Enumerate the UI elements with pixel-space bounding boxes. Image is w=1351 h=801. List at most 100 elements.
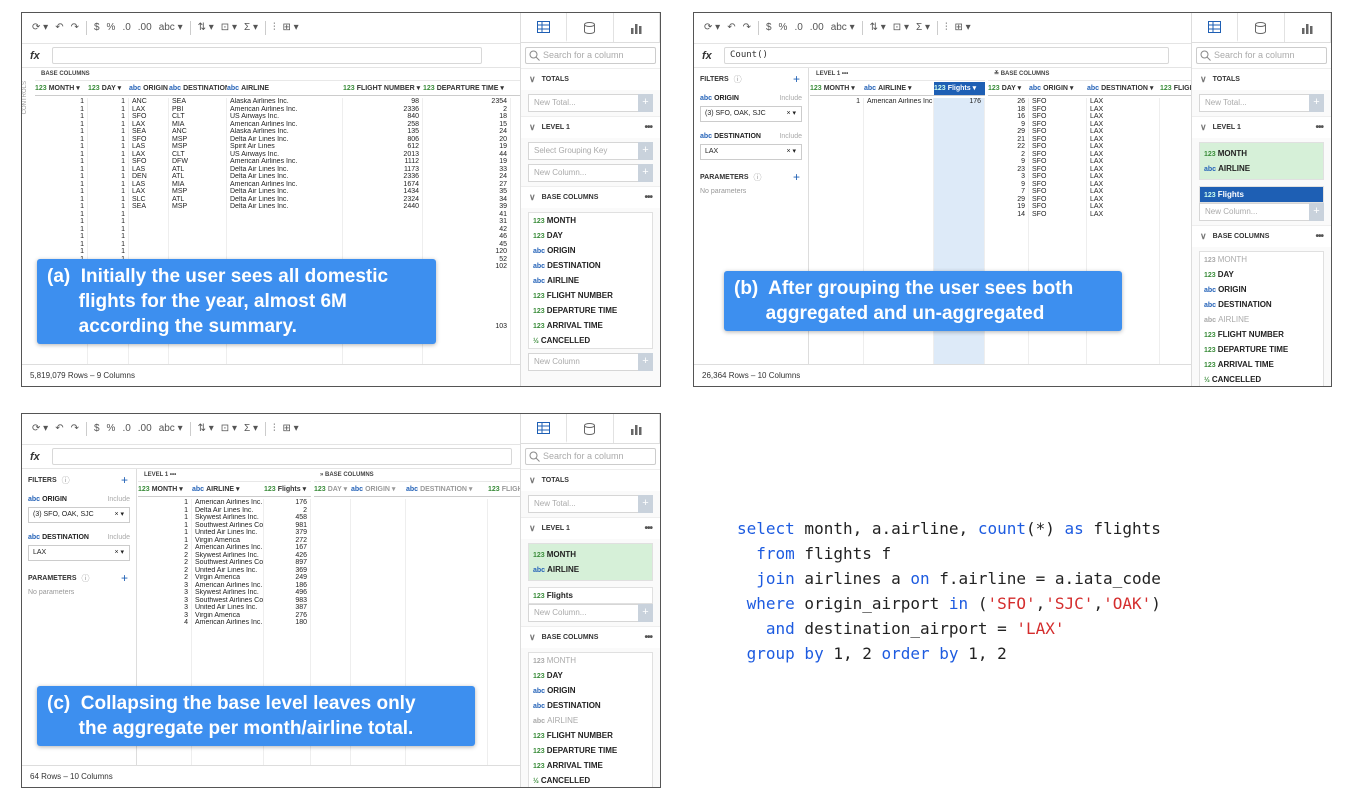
- toolbar-item[interactable]: ⇅ ▾: [870, 21, 886, 35]
- totals-section[interactable]: ∨ TOTALS: [1192, 68, 1331, 90]
- more-icon[interactable]: •••: [644, 122, 652, 133]
- new-column-input[interactable]: New Column... +: [528, 164, 653, 182]
- database-tab[interactable]: [1238, 13, 1285, 42]
- toolbar-item[interactable]: ⫶: [273, 21, 276, 35]
- column-header[interactable]: 123FLIGHT N: [488, 483, 520, 497]
- toolbar-item[interactable]: .0: [122, 422, 130, 436]
- base-column-item[interactable]: abc AIRLINE: [529, 273, 652, 288]
- toolbar-item[interactable]: abc ▾: [831, 21, 855, 35]
- column-header[interactable]: abcORIGIN ▾: [1029, 82, 1087, 96]
- include-toggle[interactable]: Include: [107, 534, 130, 541]
- grouping-key-airline[interactable]: abc AIRLINE: [529, 562, 652, 577]
- base-column-item[interactable]: 123 ARRIVAL TIME: [529, 758, 652, 773]
- toolbar-item[interactable]: .0: [794, 21, 802, 35]
- totals-section[interactable]: ∨ TOTALS: [521, 469, 660, 491]
- toolbar-item[interactable]: ↷: [743, 21, 751, 35]
- toolbar-item[interactable]: $: [94, 422, 100, 436]
- database-tab[interactable]: [567, 414, 614, 443]
- toolbar-item[interactable]: ↶: [727, 21, 735, 35]
- toolbar-item[interactable]: %: [779, 21, 788, 35]
- toolbar-item[interactable]: ⫶: [945, 21, 948, 35]
- toolbar-item[interactable]: %: [107, 422, 116, 436]
- chart-tab[interactable]: [614, 414, 660, 443]
- column-header[interactable]: abc AIRLINE: [227, 82, 343, 96]
- toolbar-item[interactable]: abc ▾: [159, 21, 183, 35]
- clear-dropdown-icon[interactable]: × ▾: [114, 508, 124, 522]
- totals-section[interactable]: ∨ TOTALS: [521, 68, 660, 90]
- table-view-tab[interactable]: [521, 13, 568, 42]
- base-column-item[interactable]: 123 DEPARTURE TIME: [529, 743, 652, 758]
- column-search-input[interactable]: Search for a column: [1196, 47, 1327, 64]
- toolbar-item[interactable]: %: [107, 21, 116, 35]
- column-header[interactable]: 123 MONTH ▾: [35, 82, 88, 96]
- database-tab[interactable]: [567, 13, 614, 42]
- base-columns-section[interactable]: ∨ BASE COLUMNS •••: [1192, 225, 1331, 247]
- base-column-item[interactable]: abc AIRLINE: [1200, 312, 1323, 327]
- toolbar-item[interactable]: ⊡ ▾: [893, 21, 909, 35]
- grouping-key-airline[interactable]: abc AIRLINE: [1200, 161, 1323, 176]
- column-header[interactable]: 123 MONTH ▾: [810, 82, 864, 96]
- add-column-button[interactable]: +: [638, 164, 653, 182]
- add-total-button[interactable]: +: [1309, 94, 1324, 112]
- toolbar-item[interactable]: ⊡ ▾: [221, 21, 237, 35]
- toolbar-item[interactable]: abc ▾: [159, 422, 183, 436]
- column-header[interactable]: 123 DAY ▾: [314, 483, 351, 497]
- level1-section[interactable]: ∨ LEVEL 1 •••: [521, 116, 660, 138]
- more-icon[interactable]: •••: [644, 523, 652, 534]
- new-total-input[interactable]: New Total... +: [528, 495, 653, 513]
- base-column-item[interactable]: abc DESTINATION: [529, 698, 652, 713]
- more-icon[interactable]: •••: [644, 632, 652, 643]
- base-column-item[interactable]: 123 ARRIVAL TIME: [1200, 357, 1323, 372]
- add-column-button[interactable]: +: [1309, 203, 1324, 221]
- grouping-key-month[interactable]: 123 MONTH: [1200, 146, 1323, 161]
- column-header[interactable]: abcDESTINATION ▾: [169, 82, 227, 96]
- add-column-button[interactable]: +: [638, 353, 653, 371]
- toolbar-item[interactable]: ⇅ ▾: [198, 21, 214, 35]
- base-column-item[interactable]: 123 DEPARTURE TIME: [529, 303, 652, 318]
- base-column-item[interactable]: abc AIRLINE: [529, 713, 652, 728]
- formula-input[interactable]: [52, 448, 512, 465]
- clear-dropdown-icon[interactable]: × ▾: [786, 145, 796, 159]
- table-view-tab[interactable]: [521, 414, 568, 443]
- formula-input[interactable]: [52, 47, 482, 64]
- base-column-item[interactable]: 123 MONTH: [1200, 252, 1323, 267]
- more-icon[interactable]: •••: [644, 192, 652, 203]
- column-header[interactable]: 123 DAY ▾: [88, 82, 129, 96]
- info-icon[interactable]: ⓘ: [734, 74, 742, 85]
- new-column-input[interactable]: New Column +: [528, 353, 653, 371]
- column-header[interactable]: 123 DEPARTURE TIME ▾: [423, 82, 520, 96]
- new-total-input[interactable]: New Total... +: [528, 94, 653, 112]
- add-parameter-button[interactable]: +: [121, 571, 128, 585]
- toolbar-item[interactable]: ⊞ ▾: [282, 21, 298, 35]
- toolbar-item[interactable]: ↷: [71, 21, 79, 35]
- add-grouping-key-button[interactable]: +: [638, 142, 653, 160]
- toolbar-item[interactable]: ⟳ ▾: [32, 422, 48, 436]
- toolbar-item[interactable]: Σ ▾: [244, 422, 258, 436]
- add-filter-button[interactable]: +: [793, 72, 800, 86]
- base-column-item[interactable]: abc ORIGIN: [529, 243, 652, 258]
- column-header[interactable]: 123 Flights ▾: [264, 483, 311, 497]
- toolbar-item[interactable]: ⊡ ▾: [221, 422, 237, 436]
- collapse-icon[interactable]: ≚: [994, 71, 1001, 77]
- toolbar-item[interactable]: $: [94, 21, 100, 35]
- include-toggle[interactable]: Include: [779, 95, 802, 102]
- column-header[interactable]: 123 MONTH ▾: [138, 483, 192, 497]
- destination-filter-select[interactable]: LAX × ▾: [700, 144, 802, 160]
- level1-section[interactable]: ∨ LEVEL 1 •••: [521, 517, 660, 539]
- toolbar-item[interactable]: .00: [138, 422, 152, 436]
- more-icon[interactable]: •••: [1315, 122, 1323, 133]
- column-header[interactable]: 123 FLIGHT NUMBER ▾: [343, 82, 423, 96]
- base-column-item[interactable]: 123 FLIGHT NUMBER: [529, 728, 652, 743]
- info-icon[interactable]: ⓘ: [753, 172, 761, 183]
- base-column-item[interactable]: ½ CANCELLED: [529, 333, 652, 348]
- base-columns-section[interactable]: ∨ BASE COLUMNS •••: [521, 186, 660, 208]
- info-icon[interactable]: ⓘ: [62, 475, 70, 486]
- origin-filter-select[interactable]: (3) SFO, OAK, SJC × ▾: [28, 507, 130, 523]
- include-toggle[interactable]: Include: [107, 496, 130, 503]
- level1-section[interactable]: ∨ LEVEL 1 •••: [1192, 116, 1331, 138]
- level-column-flights[interactable]: 123 Flights: [1200, 187, 1323, 202]
- base-column-item[interactable]: 123 DAY: [529, 668, 652, 683]
- base-column-item[interactable]: 123 ARRIVAL TIME: [529, 318, 652, 333]
- base-column-item[interactable]: 123 MONTH: [529, 213, 652, 228]
- new-column-input[interactable]: New Column... +: [528, 604, 653, 622]
